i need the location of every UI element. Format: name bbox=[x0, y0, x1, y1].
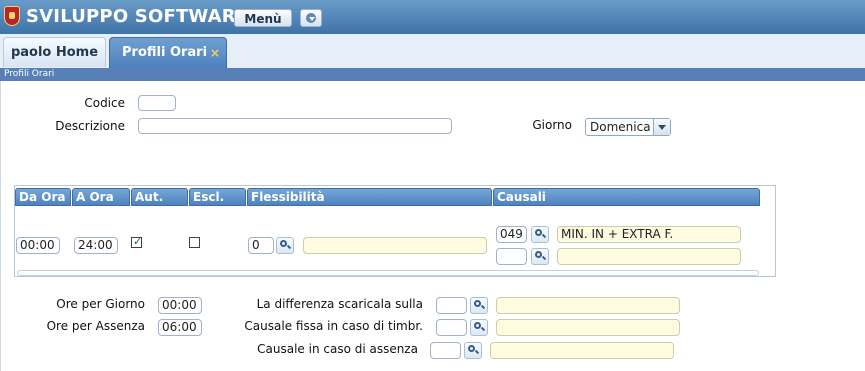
check-icon: ✓ bbox=[133, 235, 143, 248]
causale-assenza-label: Causale in caso di assenza bbox=[257, 342, 418, 356]
close-tab-icon[interactable]: × bbox=[210, 38, 220, 68]
flessibilita-desc-field bbox=[303, 237, 487, 254]
causale-fissa-code-field[interactable] bbox=[436, 319, 467, 336]
ore-assenza-field[interactable]: 06:00 bbox=[158, 319, 202, 336]
top-bar: SVILUPPO SOFTWARE Menù bbox=[0, 0, 865, 34]
header-causali: Causali bbox=[493, 188, 760, 206]
causale-1-search-icon[interactable] bbox=[531, 226, 549, 243]
causale-1-desc-field: MIN. IN + EXTRA F. bbox=[557, 226, 741, 243]
flessibilita-code-field[interactable]: 0 bbox=[248, 237, 274, 254]
tab-profili-orari[interactable]: Profili Orari × bbox=[109, 37, 227, 68]
causale-assenza-search-icon[interactable] bbox=[464, 342, 482, 359]
da-ora-field[interactable]: 00:00 bbox=[16, 237, 60, 254]
descrizione-label: Descrizione bbox=[55, 119, 125, 133]
differenza-code-field[interactable] bbox=[436, 297, 467, 314]
giorno-select[interactable]: Domenica bbox=[585, 118, 671, 136]
giorno-label: Giorno bbox=[532, 118, 572, 132]
header-flessibilita: Flessibilità bbox=[247, 188, 492, 206]
ore-giorno-label: Ore per Giorno bbox=[56, 297, 145, 311]
causale-1-code-field[interactable]: 049 bbox=[496, 226, 527, 243]
causale-assenza-desc-field bbox=[490, 342, 674, 359]
codice-field[interactable] bbox=[138, 95, 176, 111]
flessibilita-search-icon[interactable] bbox=[276, 237, 294, 254]
escl-checkbox[interactable] bbox=[189, 237, 200, 248]
crest-logo-icon bbox=[4, 6, 20, 26]
tab-paolo-home[interactable]: paolo Home bbox=[3, 37, 106, 67]
menu-button[interactable]: Menù bbox=[234, 9, 292, 27]
tab-label: Profili Orari bbox=[122, 45, 208, 60]
differenza-search-icon[interactable] bbox=[470, 297, 488, 314]
a-ora-field[interactable]: 24:00 bbox=[74, 237, 118, 254]
causale-assenza-code-field[interactable] bbox=[430, 342, 461, 359]
causale-fissa-desc-field bbox=[496, 319, 680, 336]
header-a-ora: A Ora bbox=[72, 188, 130, 206]
causale-2-search-icon[interactable] bbox=[531, 248, 549, 265]
ore-assenza-label: Ore per Assenza bbox=[46, 319, 145, 333]
menu-dropdown-icon[interactable] bbox=[300, 9, 322, 27]
giorno-value: Domenica bbox=[590, 120, 651, 134]
aut-checkbox[interactable]: ✓ bbox=[131, 235, 143, 248]
ore-giorno-field[interactable]: 00:00 bbox=[158, 297, 202, 314]
section-title: Profili Orari bbox=[0, 68, 865, 81]
dropdown-arrow-icon[interactable] bbox=[653, 119, 670, 135]
header-aut: Aut. bbox=[131, 188, 188, 206]
differenza-label: La differenza scaricala sulla bbox=[256, 297, 423, 311]
brand-title: SVILUPPO SOFTWARE bbox=[26, 6, 249, 27]
header-escl: Escl. bbox=[189, 188, 246, 206]
codice-label: Codice bbox=[84, 96, 125, 110]
causale-2-desc-field bbox=[557, 248, 741, 265]
tab-bar: paolo Home Profili Orari × bbox=[0, 34, 865, 69]
descrizione-field[interactable] bbox=[138, 118, 452, 134]
causale-fissa-search-icon[interactable] bbox=[470, 319, 488, 336]
differenza-desc-field bbox=[496, 297, 680, 314]
causale-2-code-field[interactable] bbox=[496, 248, 527, 265]
causale-fissa-label: Causale fissa in caso di timbr. bbox=[244, 319, 423, 333]
horizontal-scrollbar[interactable] bbox=[17, 270, 759, 276]
header-da-ora: Da Ora bbox=[15, 188, 71, 206]
